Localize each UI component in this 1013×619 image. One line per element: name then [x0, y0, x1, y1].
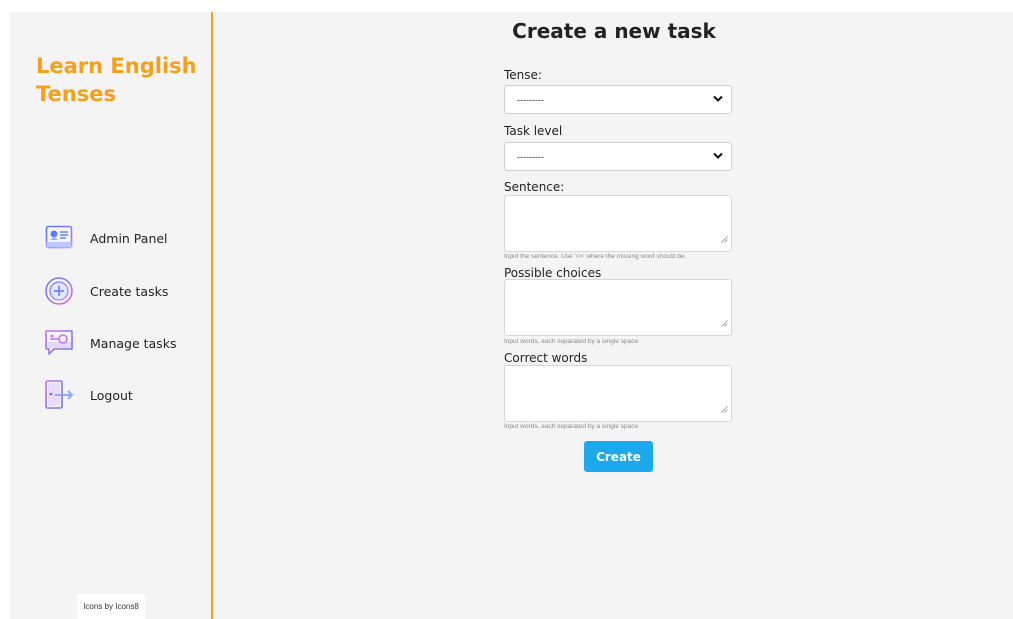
logout-door-icon: [43, 379, 75, 411]
task-level-label: Task level: [504, 124, 563, 138]
app-window: Learn English Tenses Admin Panel Create …: [10, 12, 1013, 619]
task-level-select[interactable]: ---------: [504, 142, 732, 171]
chevron-down-icon: [713, 152, 723, 162]
admin-panel-icon: [43, 222, 75, 254]
correct-words-label: Correct words: [504, 351, 588, 365]
brand-title: Learn English Tenses: [36, 54, 197, 106]
sidebar-item-label: Admin Panel: [90, 230, 168, 246]
sentence-help-text: Input the sentence. Use '<>' where the m…: [504, 253, 687, 260]
sidebar-item-label: Create tasks: [90, 283, 169, 299]
plus-circle-icon: [43, 275, 75, 307]
tense-label: Tense:: [504, 68, 542, 82]
possible-choices-help-text: Input words, each separated by a single …: [504, 338, 639, 345]
main-content: Create a new task Tense: --------- Task …: [215, 12, 1013, 619]
tense-select[interactable]: ---------: [504, 85, 732, 114]
correct-words-help-text: Input words, each separated by a single …: [504, 423, 639, 430]
possible-choices-textarea[interactable]: [504, 279, 732, 336]
possible-choices-label: Possible choices: [504, 266, 602, 280]
resize-handle-icon[interactable]: [721, 314, 728, 332]
sidebar-item-label: Manage tasks: [90, 335, 177, 351]
sidebar-item-label: Logout: [90, 387, 133, 403]
icons-credit[interactable]: Icons by Icons8: [77, 594, 145, 619]
task-level-select-value: ---------: [517, 151, 544, 162]
manage-tasks-icon: [43, 327, 75, 359]
resize-handle-icon[interactable]: [721, 400, 728, 418]
sentence-textarea[interactable]: [504, 195, 732, 252]
sidebar-item-logout[interactable]: Logout: [43, 378, 133, 412]
resize-handle-icon[interactable]: [721, 230, 728, 248]
page-title: Create a new task: [512, 19, 716, 43]
sidebar-item-manage-tasks[interactable]: Manage tasks: [43, 326, 176, 360]
tense-select-value: ---------: [517, 94, 544, 105]
sidebar-item-create-tasks[interactable]: Create tasks: [43, 274, 168, 308]
correct-words-textarea[interactable]: [504, 365, 732, 422]
sidebar-item-admin-panel[interactable]: Admin Panel: [43, 221, 168, 255]
sidebar: Learn English Tenses Admin Panel Create …: [10, 12, 213, 619]
chevron-down-icon: [713, 95, 723, 105]
create-button[interactable]: Create: [584, 441, 653, 472]
sentence-label: Sentence:: [504, 180, 565, 194]
